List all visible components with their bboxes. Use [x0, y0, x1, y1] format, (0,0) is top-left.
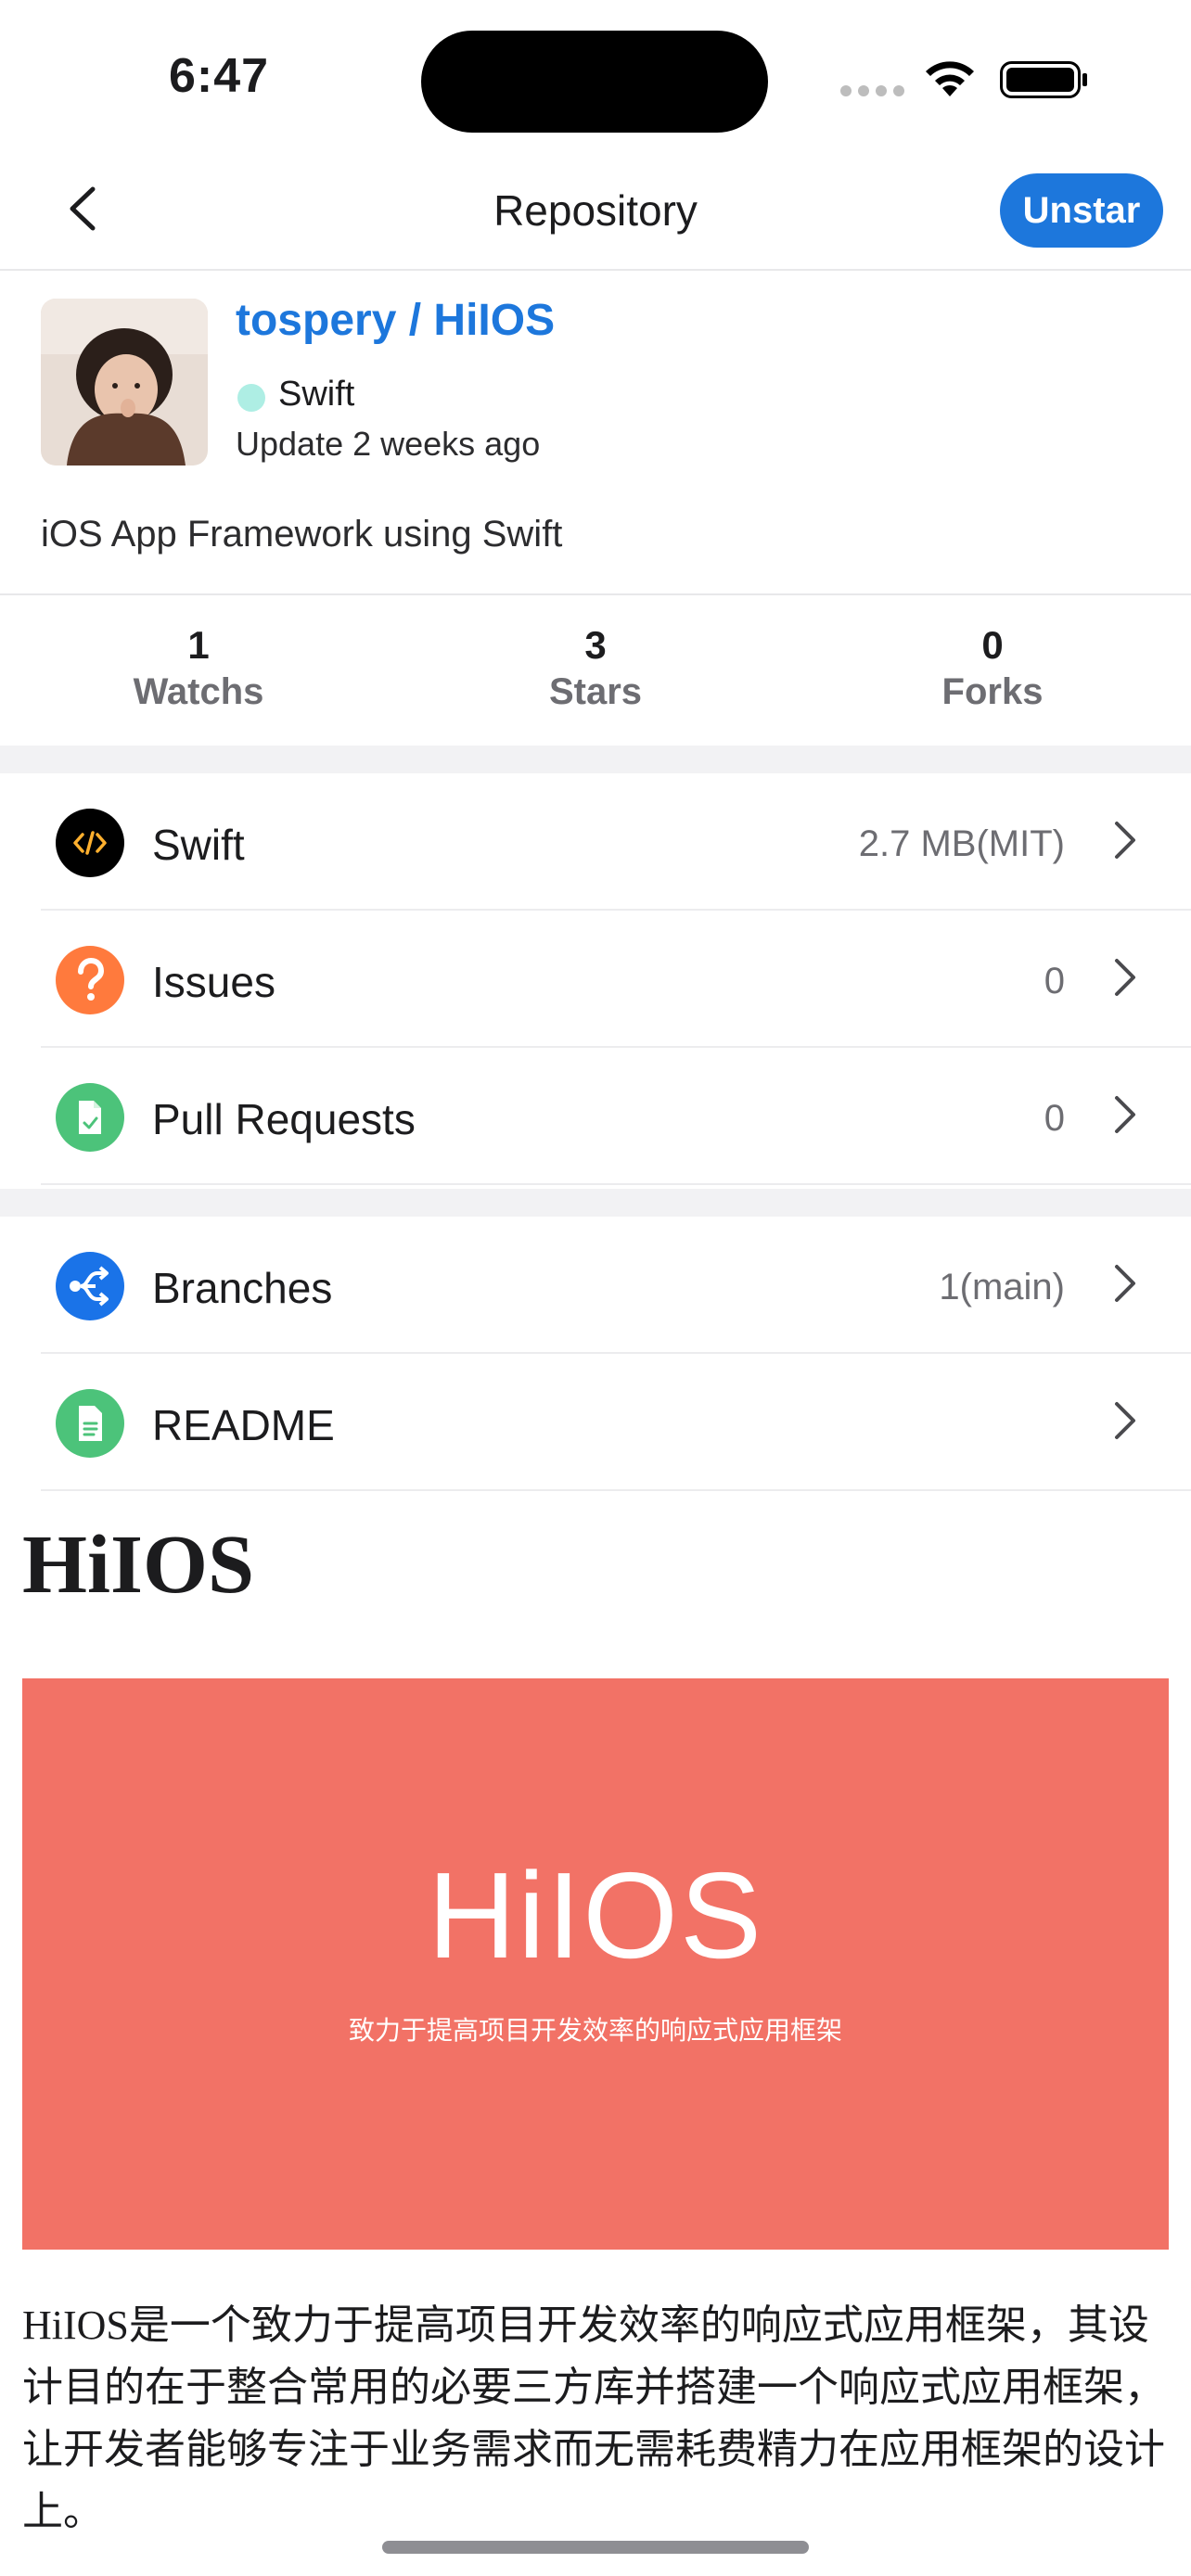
- chevron-right-icon: [1115, 1096, 1135, 1133]
- avatar: [41, 299, 208, 465]
- chevron-right-icon: [1115, 1402, 1135, 1439]
- row-readme[interactable]: README: [0, 1354, 1191, 1491]
- repo-updated-time: Update 2 weeks ago: [236, 425, 541, 463]
- stat-value: 3: [584, 623, 607, 667]
- battery-icon: [1000, 61, 1087, 98]
- row-value: 1(main): [939, 1267, 1065, 1307]
- stat-value: 1: [187, 623, 210, 667]
- repo-language: Swift: [278, 375, 355, 414]
- row-value: 0: [1044, 961, 1065, 1001]
- unstar-button[interactable]: Unstar: [1000, 173, 1163, 248]
- banner-title: HiIOS: [427, 1847, 764, 1983]
- row-pull-requests[interactable]: Pull Requests 0: [0, 1048, 1191, 1185]
- chevron-right-icon: [1115, 959, 1135, 996]
- document-icon: [56, 1389, 124, 1458]
- stat-value: 0: [981, 623, 1004, 667]
- row-value: 2.7 MB(MIT): [858, 823, 1065, 864]
- stat-label: Stars: [548, 671, 643, 712]
- stat-watchs[interactable]: 1 Watchs: [59, 623, 338, 713]
- row-label: Issues: [152, 958, 275, 1006]
- home-indicator[interactable]: [382, 2541, 809, 2554]
- stat-forks[interactable]: 0 Forks: [853, 623, 1132, 713]
- stat-label: Forks: [941, 671, 1044, 712]
- section-gap: [0, 1189, 1191, 1217]
- code-icon: [56, 809, 124, 877]
- pull-request-icon: [56, 1083, 124, 1152]
- row-language[interactable]: Swift 2.7 MB(MIT): [0, 773, 1191, 911]
- row-label: README: [152, 1401, 335, 1449]
- row-label: Branches: [152, 1264, 333, 1312]
- status-time: 6:47: [169, 49, 270, 103]
- navigation-bar: Repository Unstar: [0, 148, 1191, 271]
- status-bar: 6:47: [0, 0, 1191, 148]
- row-value: 0: [1044, 1098, 1065, 1139]
- repo-name-link[interactable]: tospery / HiIOS: [236, 295, 555, 346]
- chevron-right-icon: [1115, 1265, 1135, 1302]
- stat-label: Watchs: [133, 671, 264, 712]
- stat-stars[interactable]: 3 Stars: [456, 623, 735, 713]
- banner-subtitle: 致力于提高项目开发效率的响应式应用框架: [348, 2016, 842, 2045]
- row-issues[interactable]: Issues 0: [0, 911, 1191, 1048]
- readme-body-text: HiIOS是一个致力于提高项目开发效率的响应式应用框架，其设计目的在于整合常用的…: [22, 2302, 1165, 2534]
- section-gap: [0, 746, 1191, 773]
- readme-banner-image: HiIOS 致力于提高项目开发效率的响应式应用框架: [22, 1678, 1169, 2250]
- chevron-right-icon: [1115, 822, 1135, 859]
- branch-icon: [56, 1252, 124, 1320]
- repo-description: iOS App Framework using Swift: [41, 514, 563, 555]
- row-label: Pull Requests: [152, 1095, 416, 1143]
- row-branches[interactable]: Branches 1(main): [0, 1217, 1191, 1354]
- row-label: Swift: [152, 821, 245, 869]
- divider: [41, 1489, 1191, 1491]
- cellular-signal-icon: [840, 85, 904, 96]
- readme-title: HiIOS: [22, 1519, 255, 1611]
- language-color-dot: [237, 384, 265, 412]
- wifi-icon: [926, 61, 974, 96]
- divider: [41, 1183, 1191, 1185]
- dynamic-island: [421, 31, 768, 133]
- repo-stats: 1 Watchs 3 Stars 0 Forks: [0, 595, 1191, 746]
- question-icon: [56, 946, 124, 1014]
